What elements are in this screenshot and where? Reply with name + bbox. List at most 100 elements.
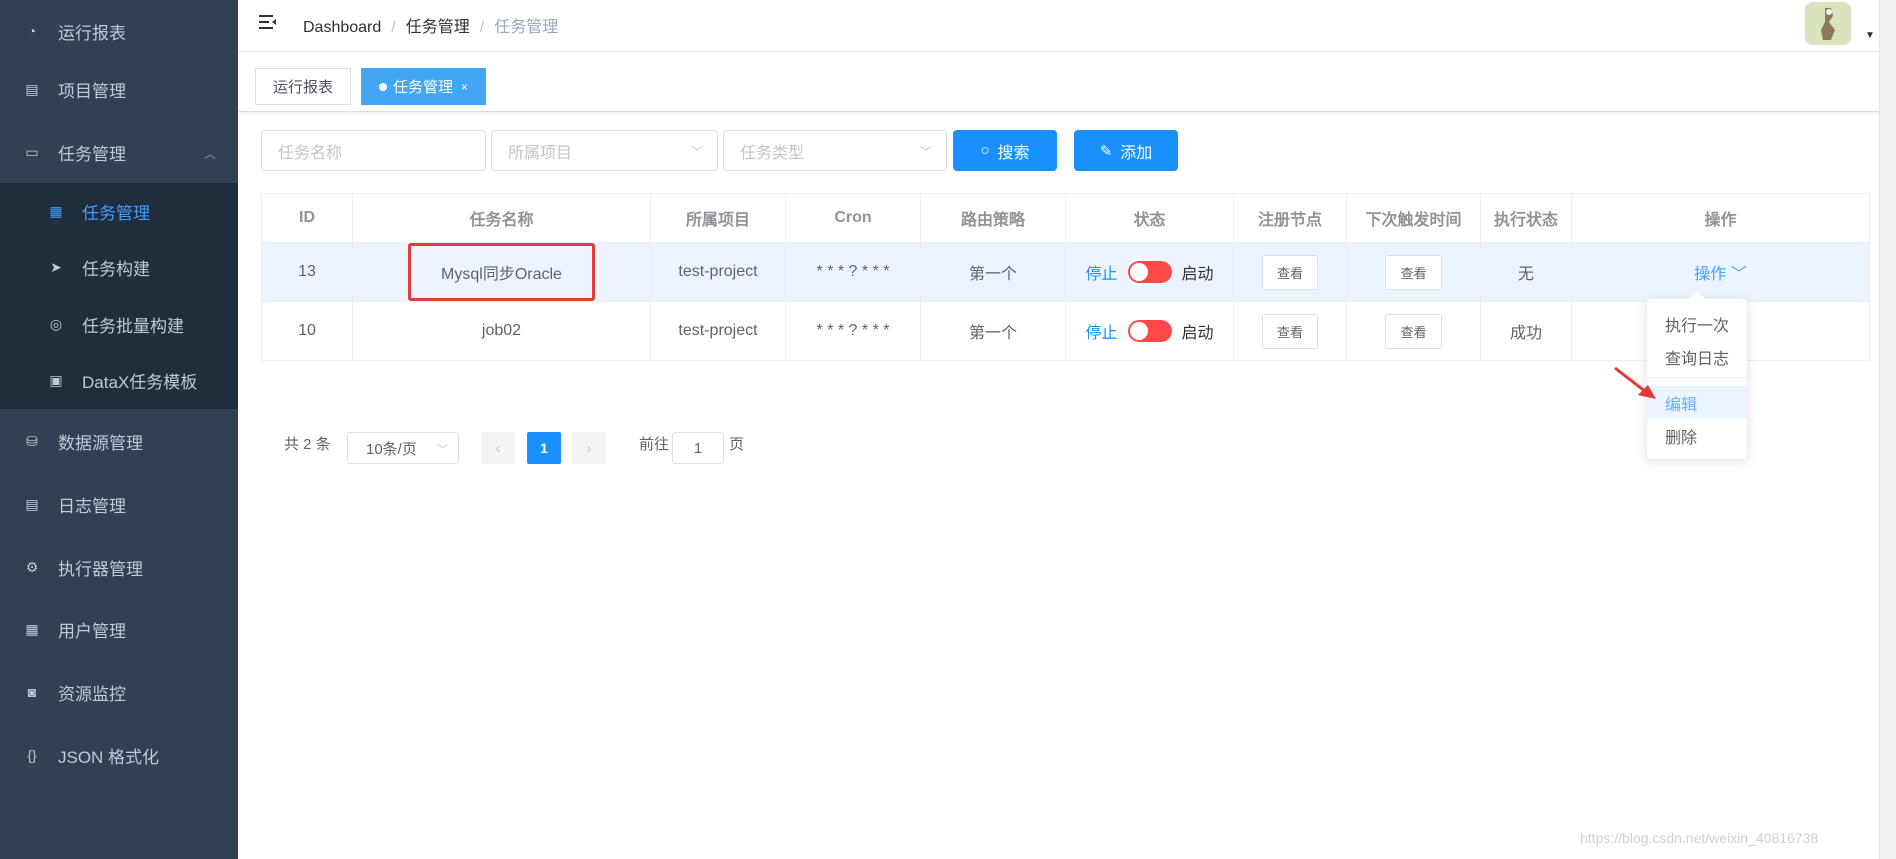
cell-project: test-project — [650, 301, 786, 361]
column-header: 操作 — [1571, 193, 1870, 243]
column-header: ID — [261, 193, 353, 243]
calendar-icon: ▦ — [49, 202, 63, 219]
sidebar-item-dashboard[interactable]: ◔ 运行报表 — [0, 0, 238, 62]
next-page-button[interactable]: › — [572, 432, 606, 464]
column-header: 路由策略 — [920, 193, 1066, 243]
database-icon: ⛁ — [26, 432, 38, 449]
prev-page-button[interactable]: ‹ — [481, 432, 515, 464]
view-node-button[interactable]: 查看 — [1261, 254, 1318, 290]
sidebar-item-label: 执行器管理 — [58, 559, 143, 579]
cell-exec: 成功 — [1480, 301, 1572, 361]
sidebar-item-label: 资源监控 — [58, 684, 126, 704]
goto-suffix: 页 — [729, 436, 745, 453]
goto-page-input[interactable]: 1 — [672, 432, 724, 464]
dropdown-divider — [1647, 377, 1747, 378]
submenu: ▦ 任务管理 ➤ 任务构建 ◎ 任务批量构建 ▣ DataX任务模板 — [0, 183, 238, 409]
close-icon[interactable]: × — [461, 80, 468, 94]
cell-route: 第一个 — [920, 242, 1066, 302]
template-icon: ▣ — [49, 371, 63, 388]
caret-down-icon[interactable]: ▼ — [1865, 30, 1875, 41]
add-button[interactable]: ✎ 添加 — [1074, 130, 1178, 171]
executor-icon: ⚙ — [25, 558, 39, 575]
chevron-left-icon: ‹ — [495, 440, 501, 456]
json-icon: {} — [27, 747, 37, 763]
search-button[interactable]: ○ 搜索 — [953, 130, 1057, 171]
tags-view: 运行报表 任务管理 × — [238, 52, 1896, 112]
sidebar-item-label: 项目管理 — [58, 81, 126, 101]
table-row[interactable]: 10 job02 test-project * * * ? * * * 第一个 … — [261, 301, 1870, 361]
monitor-resource-icon: ◙ — [27, 684, 37, 700]
chevron-up-icon: ︿ — [204, 147, 217, 161]
project-select[interactable]: 所属项目 ﹀ — [491, 130, 718, 171]
page-size-select[interactable]: 10条/页 ﹀ — [347, 432, 459, 464]
tag-label: 任务管理 — [393, 79, 454, 96]
log-icon: ▤ — [25, 495, 39, 512]
view-next-trigger-button[interactable]: 查看 — [1385, 313, 1442, 349]
chevron-right-icon: › — [586, 440, 592, 456]
cell-status: 停止 启动 — [1065, 301, 1234, 361]
chevron-down-icon: ﹀ — [1730, 266, 1747, 283]
page-number-current[interactable]: 1 — [527, 432, 561, 464]
task-table: ID 任务名称 所属项目 Cron 路由策略 状态 注册节点 下次触发时间 执行… — [261, 193, 1870, 361]
column-header: 执行状态 — [1480, 193, 1572, 243]
breadcrumb-item[interactable]: Dashboard — [303, 19, 381, 36]
task-type-placeholder: 任务类型 — [740, 144, 805, 162]
operation-dropdown-menu: 执行一次 查询日志 编辑 删除 — [1646, 289, 1748, 460]
column-header: 任务名称 — [352, 193, 651, 243]
sidebar-subitem-batch[interactable]: ◎ 任务批量构建 — [0, 296, 238, 352]
scrollbar[interactable] — [1879, 0, 1896, 859]
sidebar-subitem-template[interactable]: ▣ DataX任务模板 — [0, 352, 238, 408]
sidebar-item-task[interactable]: ▭ 任务管理 ︿ — [0, 121, 238, 183]
status-start-label: 启动 — [1181, 325, 1214, 342]
column-header: 注册节点 — [1233, 193, 1347, 243]
batch-icon: ◎ — [49, 315, 63, 332]
sidebar-item-user[interactable]: ▦ 用户管理 — [0, 598, 238, 660]
red-arrow-annotation — [1614, 366, 1656, 399]
add-button-label: 添加 — [1120, 144, 1153, 162]
sidebar-item-resource[interactable]: ◙ 资源监控 — [0, 661, 238, 723]
cell-next: 查看 — [1346, 242, 1481, 302]
task-name-input[interactable]: 任务名称 — [261, 130, 486, 171]
status-switch[interactable] — [1127, 320, 1172, 342]
view-node-button[interactable]: 查看 — [1261, 313, 1318, 349]
status-switch[interactable] — [1127, 261, 1172, 283]
sidebar-item-label: 用户管理 — [58, 621, 126, 641]
sidebar-subitem-label: 任务管理 — [82, 203, 150, 223]
column-header: 所属项目 — [650, 193, 786, 243]
table-row[interactable]: 13 Mysql同步Oracle test-project * * * ? * … — [261, 242, 1870, 302]
sidebar-subitem-label: DataX任务模板 — [82, 372, 198, 392]
tag-task-management[interactable]: 任务管理 × — [361, 68, 487, 105]
sidebar-item-label: 任务管理 — [58, 144, 126, 164]
breadcrumb-separator: / — [391, 19, 396, 36]
sidebar: ◔ 运行报表 ▤ 项目管理 ▭ 任务管理 ︿ ▦ 任务管理 ➤ 任务构建 ◎ 任… — [0, 0, 238, 859]
sidebar-item-project[interactable]: ▤ 项目管理 — [0, 58, 238, 120]
table-header-row: ID 任务名称 所属项目 Cron 路由策略 状态 注册节点 下次触发时间 执行… — [261, 193, 1870, 243]
search-icon: ○ — [980, 142, 990, 159]
sidebar-item-datasource[interactable]: ⛁ 数据源管理 — [0, 410, 238, 472]
sidebar-subitem-build[interactable]: ➤ 任务构建 — [0, 239, 238, 295]
breadcrumb-item[interactable]: 任务管理 — [406, 19, 470, 36]
operation-dropdown-trigger[interactable]: 操作 ﹀ — [1694, 266, 1746, 283]
tag-dashboard[interactable]: 运行报表 — [255, 68, 352, 105]
avatar[interactable] — [1805, 2, 1851, 45]
sidebar-item-label: 日志管理 — [58, 496, 126, 516]
search-button-label: 搜索 — [997, 144, 1030, 162]
dropdown-item-run-once[interactable]: 执行一次 — [1647, 307, 1747, 340]
cell-cron: * * * ? * * * — [785, 301, 921, 361]
dropdown-item-edit[interactable]: 编辑 — [1647, 386, 1747, 419]
sidebar-item-log[interactable]: ▤ 日志管理 — [0, 473, 238, 535]
breadcrumb-separator: / — [479, 19, 485, 36]
sidebar-item-json[interactable]: {} JSON 格式化 — [0, 724, 238, 786]
view-next-trigger-button[interactable]: 查看 — [1385, 254, 1442, 290]
page-size-value: 10条/页 — [366, 440, 417, 458]
hamburger-icon[interactable] — [258, 12, 278, 32]
active-dot-icon — [379, 82, 387, 91]
column-header: Cron — [785, 193, 921, 243]
dropdown-item-delete[interactable]: 删除 — [1647, 419, 1747, 452]
sidebar-item-executor[interactable]: ⚙ 执行器管理 — [0, 536, 238, 598]
sidebar-subitem-task[interactable]: ▦ 任务管理 — [0, 183, 238, 239]
navbar: Dashboard / 任务管理 / 任务管理 ▼ — [238, 0, 1896, 52]
cell-id: 13 — [261, 242, 353, 302]
task-type-select[interactable]: 任务类型 ﹀ — [723, 130, 947, 171]
dropdown-item-query-log[interactable]: 查询日志 — [1647, 340, 1747, 373]
